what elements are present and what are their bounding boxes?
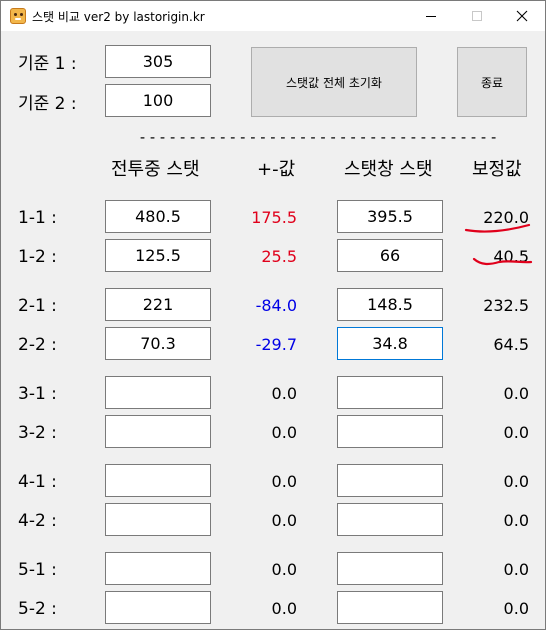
diff-value: -84.0 [255,296,297,315]
diff-value: 0.0 [271,560,297,579]
window-title: 스탯 비교 ver2 by lastorigin.kr [32,10,205,24]
minimize-button[interactable] [408,1,454,31]
maximize-icon [472,11,482,21]
corrected-value: 64.5 [493,335,529,354]
title-bar[interactable]: 스탯 비교 ver2 by lastorigin.kr [1,1,545,31]
window-stat-input[interactable] [337,415,443,448]
diff-value: 0.0 [271,472,297,491]
base1-label: 기준 1 : [18,54,77,74]
diff-value: 0.0 [271,511,297,530]
window-stat-input[interactable]: 34.8 [337,327,443,360]
row-label: 2-1 : [18,296,57,316]
window-stat-input[interactable] [337,591,443,624]
app-icon [10,8,26,24]
battle-stat-input[interactable] [105,552,211,585]
battle-stat-input[interactable] [105,591,211,624]
window-stat-input[interactable] [337,552,443,585]
row-label: 1-2 : [18,247,57,267]
row-label: 3-1 : [18,384,57,404]
corrected-value: 0.0 [503,599,529,618]
corrected-value: 0.0 [503,472,529,491]
battle-stat-input[interactable]: 221 [105,288,211,321]
diff-value: 0.0 [271,384,297,403]
annotation-underline [472,257,533,266]
base2-input[interactable]: 100 [105,84,211,117]
window-stat-input[interactable]: 395.5 [337,200,443,233]
battle-stat-input[interactable]: 125.5 [105,239,211,272]
row-label: 3-2 : [18,423,57,443]
reset-all-button[interactable]: 스탯값 전체 초기화 [251,47,417,117]
row-label: 4-1 : [18,472,57,492]
corrected-value: 0.0 [503,511,529,530]
header-corrected: 보정값 [472,159,522,180]
battle-stat-input[interactable] [105,376,211,409]
diff-value: 0.0 [271,423,297,442]
row-label: 1-1 : [18,208,57,228]
battle-stat-input[interactable] [105,415,211,448]
battle-stat-input[interactable] [105,464,211,497]
header-diff: +-값 [257,159,296,180]
corrected-value: 232.5 [483,296,529,315]
window-stat-input[interactable]: 148.5 [337,288,443,321]
diff-value: 25.5 [261,247,297,266]
minimize-icon [426,15,436,17]
row-label: 5-2 : [18,599,57,619]
diff-value: 0.0 [271,599,297,618]
corrected-value: 0.0 [503,423,529,442]
header-window-stat: 스탯창 스탯 [344,159,433,180]
row-label: 4-2 : [18,511,57,531]
battle-stat-input[interactable] [105,503,211,536]
corrected-value: 0.0 [503,560,529,579]
separator: ------------------------------------ [138,128,500,146]
diff-value: -29.7 [255,335,297,354]
app-window: 스탯 비교 ver2 by lastorigin.kr 기준 1 : 305 기… [0,0,546,630]
row-label: 2-2 : [18,335,57,355]
row-label: 5-1 : [18,560,57,580]
window-stat-input[interactable] [337,376,443,409]
diff-value: 175.5 [251,208,297,227]
battle-stat-input[interactable]: 480.5 [105,200,211,233]
annotation-underline [464,223,531,233]
window-stat-input[interactable]: 66 [337,239,443,272]
window-stat-input[interactable] [337,464,443,497]
close-button[interactable] [499,1,545,31]
battle-stat-input[interactable]: 70.3 [105,327,211,360]
header-battle-stat: 전투중 스탯 [111,159,200,180]
corrected-value: 0.0 [503,384,529,403]
maximize-button[interactable] [454,1,500,31]
exit-button[interactable]: 종료 [457,47,527,117]
base2-label: 기준 2 : [18,94,77,114]
window-stat-input[interactable] [337,503,443,536]
base1-input[interactable]: 305 [105,45,211,78]
close-icon [516,10,528,22]
